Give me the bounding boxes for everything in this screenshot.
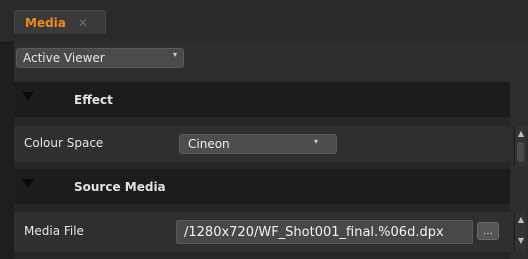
scrollbar-media-file[interactable]: ▲ ▼ <box>514 212 526 252</box>
section-title: Source Media <box>74 179 166 194</box>
section-title: Effect <box>74 92 113 107</box>
scroll-down-icon[interactable]: ▼ <box>516 236 526 246</box>
scroll-thumb[interactable] <box>517 142 524 162</box>
media-file-row: Media File /1280x720/WF_Shot001_final.%0… <box>14 212 510 252</box>
tab-bar: Media ✕ <box>0 0 528 43</box>
tab-media[interactable]: Media ✕ <box>14 10 106 34</box>
scrollbar-colour-space[interactable]: ▲ <box>514 126 526 166</box>
section-header-source-media[interactable]: Source Media <box>14 169 510 204</box>
properties-area: Effect Colour Space Cineon ▾ Source Medi… <box>14 82 526 259</box>
browse-button[interactable]: ... <box>477 222 499 240</box>
colour-space-row: Colour Space Cineon ▾ <box>14 126 510 162</box>
colour-space-dropdown[interactable]: Cineon ▾ <box>179 134 337 154</box>
scroll-up-icon[interactable]: ▲ <box>516 215 526 225</box>
active-viewer-select[interactable]: Active Viewer ▾ <box>16 48 184 68</box>
chevron-down-icon: ▾ <box>313 137 318 146</box>
collapse-triangle-icon[interactable] <box>22 92 34 101</box>
close-icon[interactable]: ✕ <box>78 16 88 30</box>
media-file-label: Media File <box>24 224 84 238</box>
collapse-triangle-icon[interactable] <box>22 179 34 188</box>
viewer-select-value: Active Viewer <box>23 51 105 65</box>
tab-label: Media <box>25 15 66 30</box>
colour-space-label: Colour Space <box>24 136 104 150</box>
media-file-path-field[interactable]: /1280x720/WF_Shot001_final.%06d.dpx <box>176 220 473 244</box>
colour-space-value: Cineon <box>188 137 230 151</box>
chevron-down-icon: ▾ <box>172 50 177 59</box>
scroll-up-icon[interactable]: ▲ <box>516 129 526 139</box>
section-header-effect[interactable]: Effect <box>14 82 510 117</box>
media-panel: Active Viewer ▾ Effect Colour Space Cine… <box>14 42 528 259</box>
